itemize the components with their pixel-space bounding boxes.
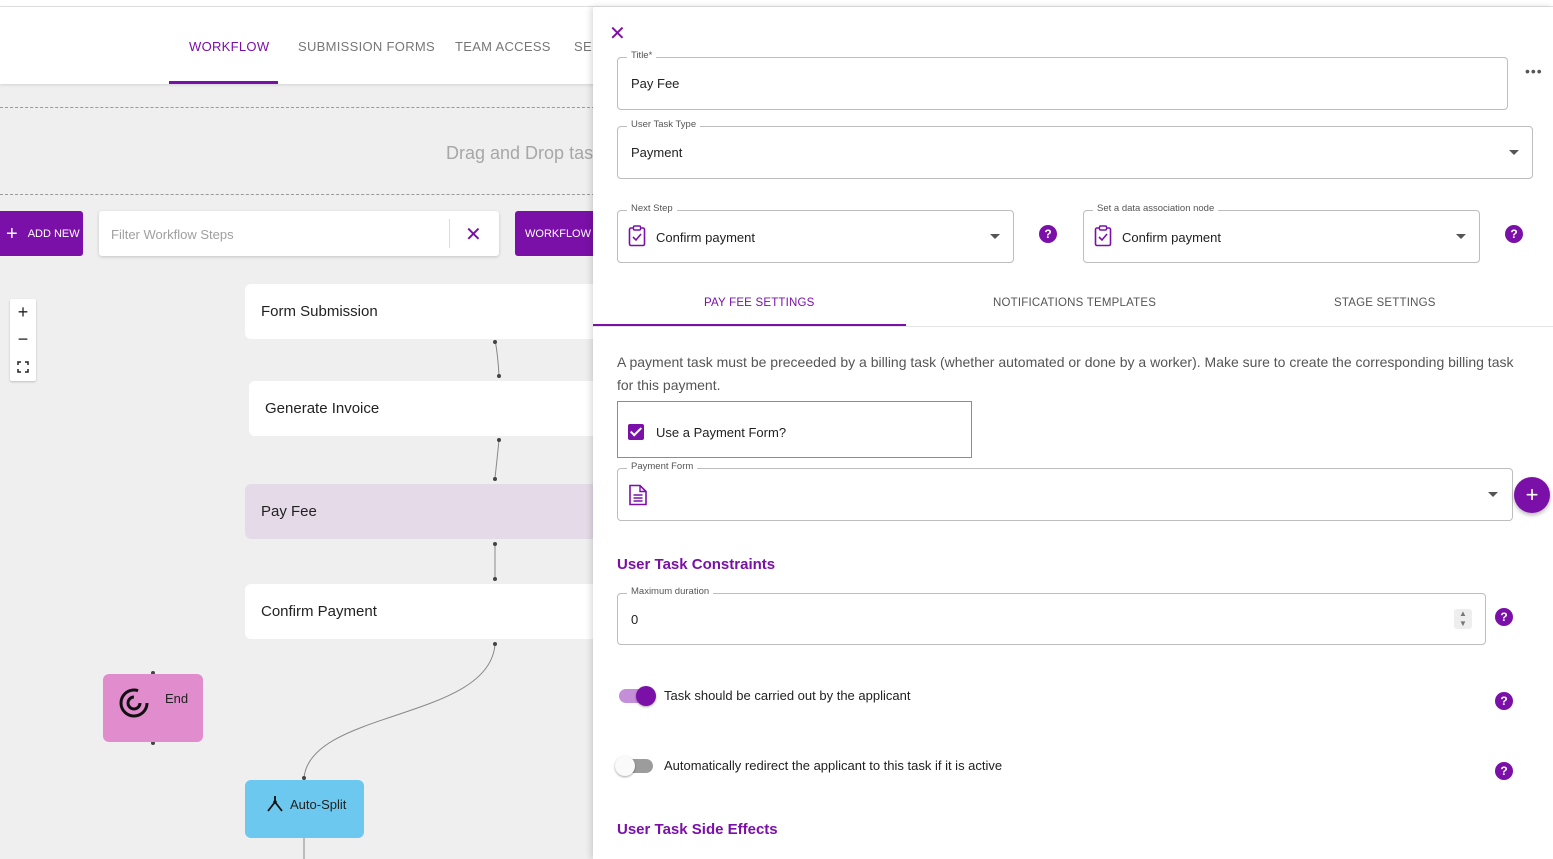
side-effects-title: User Task Side Effects xyxy=(617,821,778,838)
tab-stage-settings[interactable]: STAGE SETTINGS xyxy=(1334,297,1436,309)
tab-divider xyxy=(593,326,1553,327)
tab-notifications-templates[interactable]: NOTIFICATIONS TEMPLATES xyxy=(993,297,1156,309)
use-payment-form-checkbox[interactable] xyxy=(628,424,644,440)
node-pay-fee[interactable]: Pay Fee xyxy=(245,484,605,539)
data-association-select[interactable]: Set a data association node Confirm paym… xyxy=(1083,203,1480,263)
task-type-select[interactable]: User Task Type Payment xyxy=(617,119,1533,179)
more-options-icon[interactable]: ••• xyxy=(1525,63,1543,79)
node-generate-invoice[interactable]: Generate Invoice xyxy=(249,381,605,436)
task-type-legend: User Task Type xyxy=(627,119,701,130)
help-icon[interactable]: ? xyxy=(1505,225,1523,243)
tab-pay-fee-settings[interactable]: PAY FEE SETTINGS xyxy=(704,297,815,309)
title-legend: Title* xyxy=(627,50,657,61)
number-stepper-icon[interactable]: ▲ ▼ xyxy=(1454,609,1472,629)
applicant-task-label: Task should be carried out by the applic… xyxy=(664,688,911,703)
title-value: Pay Fee xyxy=(631,76,680,91)
clipboard-check-icon xyxy=(1094,225,1112,247)
data-association-value: Confirm payment xyxy=(1122,230,1221,245)
next-step-select[interactable]: Next Step Confirm payment xyxy=(617,203,1014,263)
payment-info-text: A payment task must be preceeded by a bi… xyxy=(617,354,1514,393)
task-type-value: Payment xyxy=(631,145,683,160)
node-auto-split[interactable]: Auto-Split xyxy=(245,780,364,838)
auto-redirect-toggle[interactable] xyxy=(615,756,653,776)
node-form-submission[interactable]: Form Submission xyxy=(245,284,605,339)
chevron-down-icon xyxy=(1488,492,1498,497)
help-icon[interactable]: ? xyxy=(1039,225,1057,243)
toggle-knob xyxy=(615,756,635,776)
chevron-down-icon xyxy=(1456,234,1466,239)
add-payment-form-button[interactable]: + xyxy=(1514,477,1550,513)
help-icon[interactable]: ? xyxy=(1495,692,1513,710)
chevron-down-icon xyxy=(990,234,1000,239)
end-icon xyxy=(119,688,149,718)
split-icon xyxy=(267,796,283,812)
auto-split-label: Auto-Split xyxy=(290,797,347,812)
document-icon xyxy=(629,484,647,506)
use-payment-form-highlight: Use a Payment Form? xyxy=(617,401,972,458)
max-duration-input[interactable]: Maximum duration 0 ▲ ▼ xyxy=(617,586,1486,645)
node-confirm-payment[interactable]: Confirm Payment xyxy=(245,584,605,639)
close-icon[interactable]: ✕ xyxy=(609,21,626,46)
max-duration-legend: Maximum duration xyxy=(627,586,714,597)
next-step-value: Confirm payment xyxy=(656,230,755,245)
auto-redirect-label: Automatically redirect the applicant to … xyxy=(664,758,1003,773)
applicant-task-toggle[interactable] xyxy=(619,686,656,706)
data-association-legend: Set a data association node xyxy=(1093,203,1219,214)
node-end[interactable]: End xyxy=(103,674,203,742)
task-settings-panel: ✕ ••• Title* Pay Fee User Task Type Paym… xyxy=(593,7,1553,859)
use-payment-form-label: Use a Payment Form? xyxy=(656,425,787,440)
max-duration-value: 0 xyxy=(631,612,639,627)
clipboard-check-icon xyxy=(628,225,646,247)
toggle-knob xyxy=(636,686,656,706)
title-field[interactable]: Title* Pay Fee xyxy=(617,50,1508,110)
payment-form-legend: Payment Form xyxy=(627,461,698,472)
constraints-title: User Task Constraints xyxy=(617,556,776,573)
end-label: End xyxy=(165,691,189,706)
chevron-down-icon xyxy=(1509,150,1519,155)
next-step-legend: Next Step xyxy=(627,203,677,214)
help-icon[interactable]: ? xyxy=(1495,762,1513,780)
payment-form-select[interactable]: Payment Form xyxy=(617,461,1513,521)
help-icon[interactable]: ? xyxy=(1495,608,1513,626)
